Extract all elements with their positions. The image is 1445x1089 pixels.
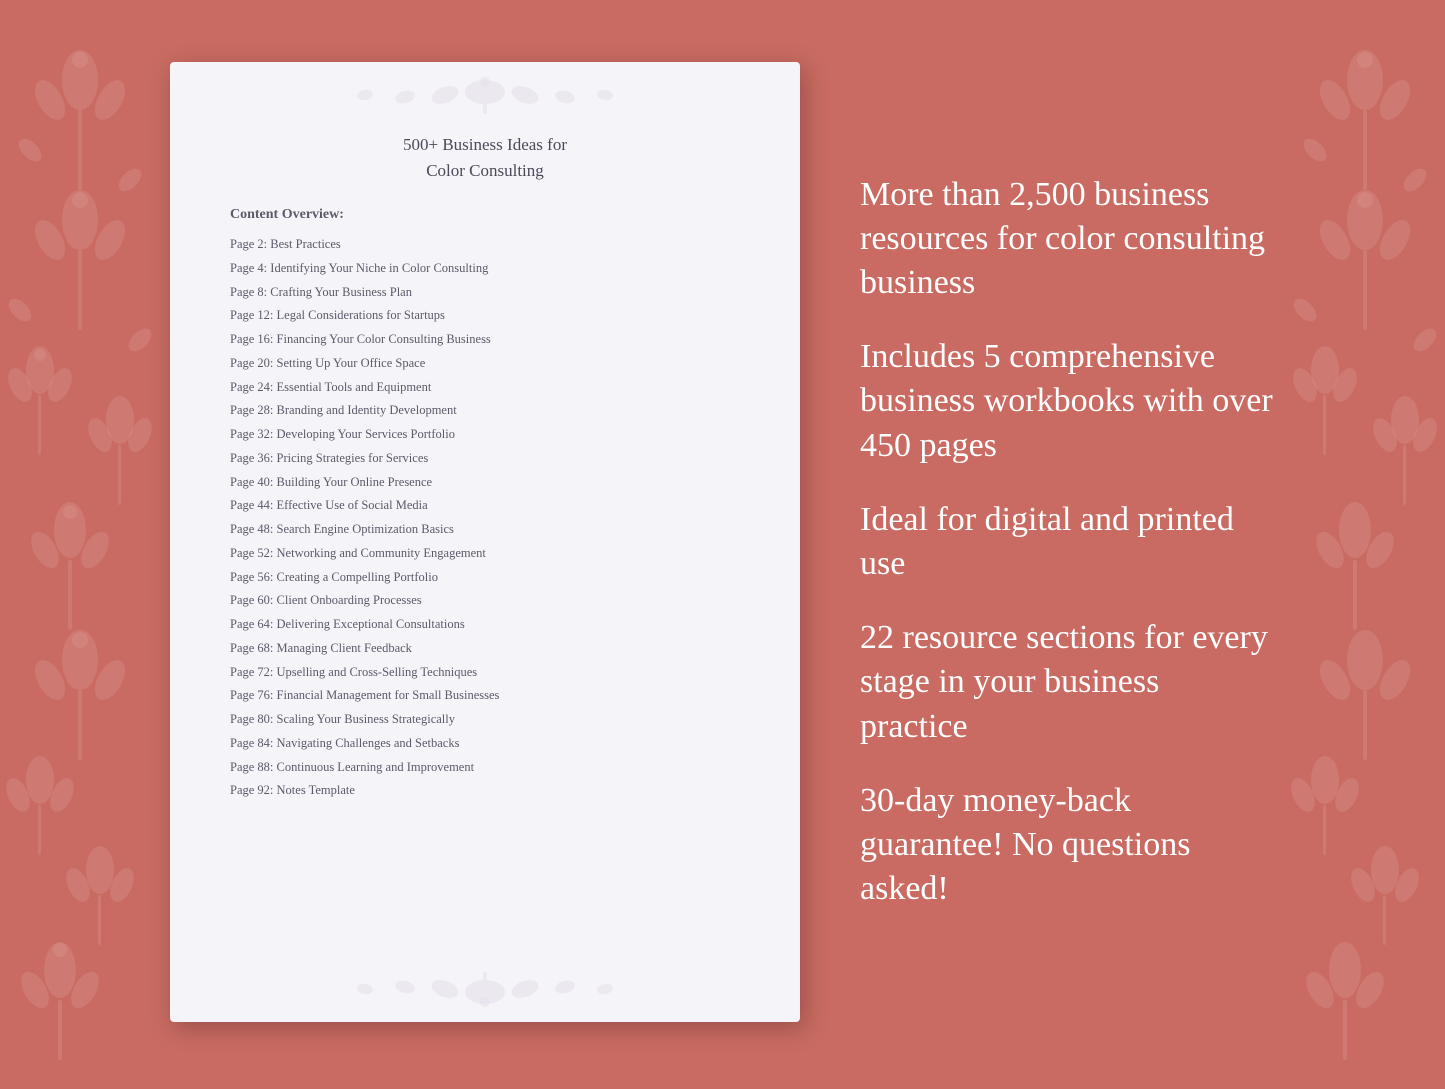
toc-item: Page 32: Developing Your Services Portfo… (230, 425, 740, 444)
feature-feature1: More than 2,500 business resources for c… (860, 173, 1275, 306)
toc-item: Page 36: Pricing Strategies for Services (230, 449, 740, 468)
document-title: 500+ Business Ideas for Color Consulting (230, 132, 740, 183)
toc-item: Page 24: Essential Tools and Equipment (230, 378, 740, 397)
feature-text-panel: More than 2,500 business resources for c… (860, 173, 1275, 912)
toc-item: Page 4: Identifying Your Niche in Color … (230, 259, 740, 278)
toc-item: Page 84: Navigating Challenges and Setba… (230, 734, 740, 753)
toc-item: Page 28: Branding and Identity Developme… (230, 401, 740, 420)
toc-item: Page 48: Search Engine Optimization Basi… (230, 520, 740, 539)
feature-feature5: 30-day money-back guarantee! No question… (860, 779, 1275, 912)
toc-item: Page 40: Building Your Online Presence (230, 473, 740, 492)
doc-border-bottom (170, 962, 800, 1022)
table-of-contents: Page 2: Best Practices Page 4: Identifyin… (230, 235, 740, 800)
toc-item: Page 60: Client Onboarding Processes (230, 591, 740, 610)
toc-item: Page 16: Financing Your Color Consulting… (230, 330, 740, 349)
feature-feature4: 22 resource sections for every stage in … (860, 616, 1275, 749)
main-layout: 500+ Business Ideas for Color Consulting… (0, 0, 1445, 1084)
document-preview: 500+ Business Ideas for Color Consulting… (170, 62, 800, 1022)
feature-feature2: Includes 5 comprehensive business workbo… (860, 335, 1275, 468)
toc-item: Page 20: Setting Up Your Office Space (230, 354, 740, 373)
toc-item: Page 92: Notes Template (230, 781, 740, 800)
toc-item: Page 12: Legal Considerations for Startu… (230, 306, 740, 325)
document-section-label: Content Overview: (230, 207, 740, 223)
toc-item: Page 88: Continuous Learning and Improve… (230, 758, 740, 777)
toc-item: Page 8: Crafting Your Business Plan (230, 283, 740, 302)
toc-item: Page 72: Upselling and Cross-Selling Tec… (230, 663, 740, 682)
toc-item: Page 52: Networking and Community Engage… (230, 544, 740, 563)
toc-item: Page 44: Effective Use of Social Media (230, 496, 740, 515)
toc-item: Page 64: Delivering Exceptional Consulta… (230, 615, 740, 634)
doc-border-top (170, 62, 800, 122)
feature-feature3: Ideal for digital and printed use (860, 498, 1275, 586)
toc-item: Page 76: Financial Management for Small … (230, 686, 740, 705)
toc-item: Page 56: Creating a Compelling Portfolio (230, 568, 740, 587)
toc-item: Page 68: Managing Client Feedback (230, 639, 740, 658)
toc-item: Page 2: Best Practices (230, 235, 740, 254)
toc-item: Page 80: Scaling Your Business Strategic… (230, 710, 740, 729)
